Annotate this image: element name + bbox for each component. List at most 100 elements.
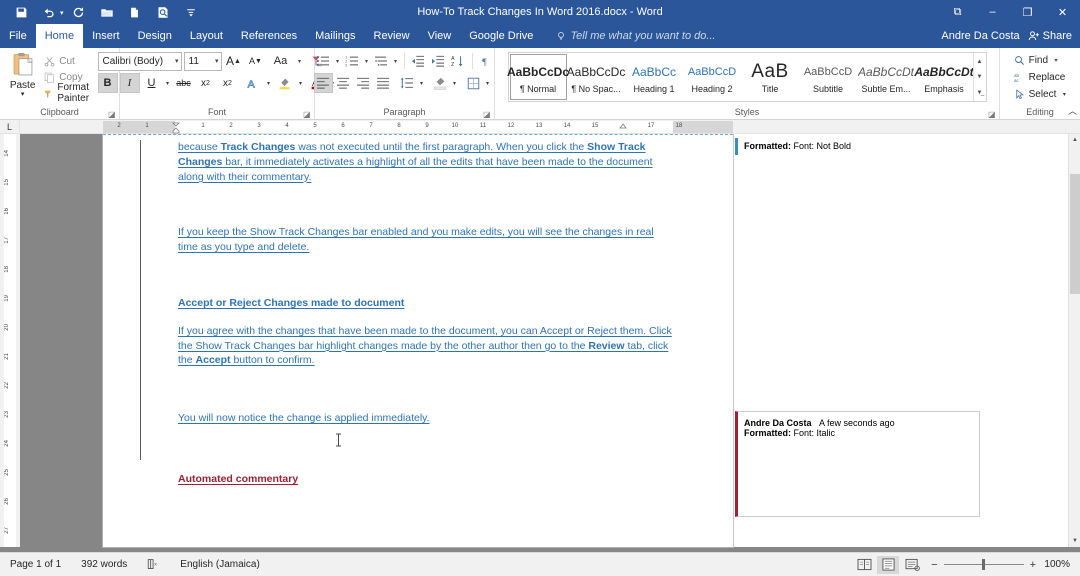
multilevel-list-dropdown-icon[interactable]: ▾ <box>392 58 400 65</box>
styles-scroll-up-icon[interactable]: ▲ <box>974 54 986 69</box>
open-icon[interactable] <box>94 1 120 23</box>
increase-indent-button[interactable] <box>429 51 448 71</box>
undo-dropdown-icon[interactable]: ▾ <box>60 10 64 17</box>
highlight-dropdown-icon[interactable]: ▾ <box>297 80 305 87</box>
bold-button[interactable]: B <box>97 73 118 93</box>
print-preview-icon[interactable] <box>150 1 176 23</box>
ribbon-display-options-icon[interactable]: ⧉ <box>940 0 975 24</box>
strikethrough-button[interactable]: abc <box>174 73 194 93</box>
text-effects-dropdown-icon[interactable]: ▾ <box>265 80 273 87</box>
style-normal[interactable]: AaBbCcDc ¶ Normal <box>507 54 569 100</box>
tab-file[interactable]: File <box>0 24 36 48</box>
tab-stop-selector[interactable]: L <box>0 119 20 134</box>
underline-dropdown-icon[interactable]: ▾ <box>164 80 172 87</box>
document-page[interactable]: because Track Changes was not executed u… <box>103 134 733 547</box>
align-left-button[interactable] <box>313 73 333 93</box>
paragraph-6-edited-heading[interactable]: Automated commentary <box>178 472 673 487</box>
undo-icon[interactable] <box>36 1 62 23</box>
tab-review[interactable]: Review <box>365 24 419 48</box>
replace-button[interactable]: ab ac Replace <box>1012 69 1066 86</box>
word-count[interactable]: 392 words <box>71 553 137 576</box>
justify-button[interactable] <box>374 73 393 93</box>
scrollbar-thumb[interactable] <box>1070 174 1080 294</box>
customize-quick-access-icon[interactable] <box>178 1 204 23</box>
style-heading-2[interactable]: AaBbCcD Heading 2 <box>684 54 741 100</box>
tab-view[interactable]: View <box>419 24 461 48</box>
style-no-spacing[interactable]: AaBbCcDc ¶ No Spac... <box>567 54 626 100</box>
numbering-button[interactable]: 123 <box>343 51 362 71</box>
line-spacing-dropdown-icon[interactable]: ▾ <box>418 80 426 87</box>
sort-button[interactable]: AZ <box>449 51 468 71</box>
left-indent-marker-icon[interactable] <box>172 121 180 134</box>
paragraph-dialog-launcher[interactable]: ◪ <box>483 110 492 119</box>
subscript-button[interactable]: x2 <box>196 73 216 93</box>
zoom-track[interactable] <box>943 559 1024 570</box>
zoom-in-button[interactable]: + <box>1030 559 1036 571</box>
scroll-up-icon[interactable]: ▲ <box>1069 134 1080 146</box>
styles-more-icon[interactable]: ▼̲ <box>974 85 986 100</box>
font-dialog-launcher[interactable]: ◪ <box>303 110 312 119</box>
line-spacing-button[interactable] <box>398 73 417 93</box>
borders-button[interactable] <box>464 73 483 93</box>
numbering-dropdown-icon[interactable]: ▾ <box>363 58 371 65</box>
align-center-button[interactable] <box>334 73 353 93</box>
page-indicator[interactable]: Page 1 of 1 <box>0 553 71 576</box>
font-name-dropdown-icon[interactable]: ▾ <box>172 57 179 65</box>
right-indent-marker-icon[interactable] <box>619 121 627 132</box>
underline-button[interactable]: U <box>142 73 162 93</box>
italic-button[interactable]: I <box>119 73 140 93</box>
tab-design[interactable]: Design <box>129 24 181 48</box>
tab-home[interactable]: Home <box>35 24 84 48</box>
style-subtle-emphasis[interactable]: AaBbCcDt Subtle Em... <box>858 54 915 100</box>
bullets-button[interactable] <box>314 51 333 71</box>
paragraph-5[interactable]: You will now notice the change is applie… <box>178 411 673 426</box>
font-name-combobox[interactable]: Calibri (Body) ▾ <box>97 51 182 71</box>
select-button[interactable]: Select ▾ <box>1012 86 1069 103</box>
shading-button[interactable] <box>431 73 450 93</box>
font-size-dropdown-icon[interactable]: ▾ <box>212 57 219 65</box>
shading-dropdown-icon[interactable]: ▾ <box>451 80 459 87</box>
paste-button[interactable]: Paste ▾ <box>4 50 41 98</box>
show-formatting-marks-button[interactable]: ¶ <box>477 51 496 71</box>
web-layout-view-button[interactable] <box>901 556 923 574</box>
paragraph-1[interactable]: because Track Changes was not executed u… <box>178 140 673 184</box>
text-effects-icon[interactable]: A <box>243 73 263 93</box>
font-size-combobox[interactable]: 11 ▾ <box>183 51 222 71</box>
read-mode-view-button[interactable] <box>853 556 875 574</box>
tab-insert[interactable]: Insert <box>83 24 129 48</box>
change-case-dropdown-icon[interactable]: ▾ <box>296 58 304 65</box>
tab-layout[interactable]: Layout <box>181 24 232 48</box>
paragraph-3-heading[interactable]: Accept or Reject Changes made to documen… <box>178 296 673 311</box>
balloon-formatted-italic[interactable]: Andre Da Costa A few seconds ago Formatt… <box>738 415 978 442</box>
print-layout-view-button[interactable] <box>877 555 900 574</box>
find-dropdown-icon[interactable]: ▾ <box>1052 57 1060 64</box>
paragraph-4[interactable]: If you agree with the changes that have … <box>178 324 673 368</box>
document-body-text[interactable]: because Track Changes was not executed u… <box>178 140 673 487</box>
close-button[interactable]: ✕ <box>1045 0 1080 24</box>
text-highlight-icon[interactable] <box>275 73 295 93</box>
tab-google-drive[interactable]: Google Drive <box>460 24 542 48</box>
change-case-button[interactable]: Aa <box>268 51 294 71</box>
grow-font-button[interactable]: A ▲ <box>224 51 244 71</box>
proofing-status[interactable]: x <box>137 553 170 576</box>
multilevel-list-button[interactable] <box>372 51 391 71</box>
clipboard-dialog-launcher[interactable]: ◪ <box>108 110 117 119</box>
zoom-thumb[interactable] <box>981 559 985 570</box>
style-emphasis[interactable]: AaBbCcDt Emphasis <box>914 54 973 100</box>
scroll-down-icon[interactable]: ▼ <box>1069 535 1080 547</box>
balloon-formatted-not-bold[interactable]: Formatted: Font: Not Bold <box>735 138 980 155</box>
zoom-out-button[interactable]: − <box>931 559 937 571</box>
horizontal-ruler[interactable]: 2 1 1 2 3 4 5 6 7 8 9 10 11 12 13 14 15 … <box>103 121 733 134</box>
language-indicator[interactable]: English (Jamaica) <box>170 553 269 576</box>
style-title[interactable]: AaB Title <box>742 54 799 100</box>
collapse-ribbon-icon[interactable]: ︿ <box>1068 104 1077 117</box>
shrink-font-button[interactable]: A ▼ <box>246 51 266 71</box>
zoom-slider[interactable]: − + <box>925 559 1042 571</box>
style-subtitle[interactable]: AaBbCcD Subtitle <box>800 54 857 100</box>
redo-icon[interactable] <box>66 1 92 23</box>
borders-dropdown-icon[interactable]: ▾ <box>484 80 492 87</box>
tab-references[interactable]: References <box>232 24 306 48</box>
new-document-icon[interactable] <box>122 1 148 23</box>
select-dropdown-icon[interactable]: ▾ <box>1060 91 1068 98</box>
zoom-level-button[interactable]: 100% <box>1044 559 1074 570</box>
